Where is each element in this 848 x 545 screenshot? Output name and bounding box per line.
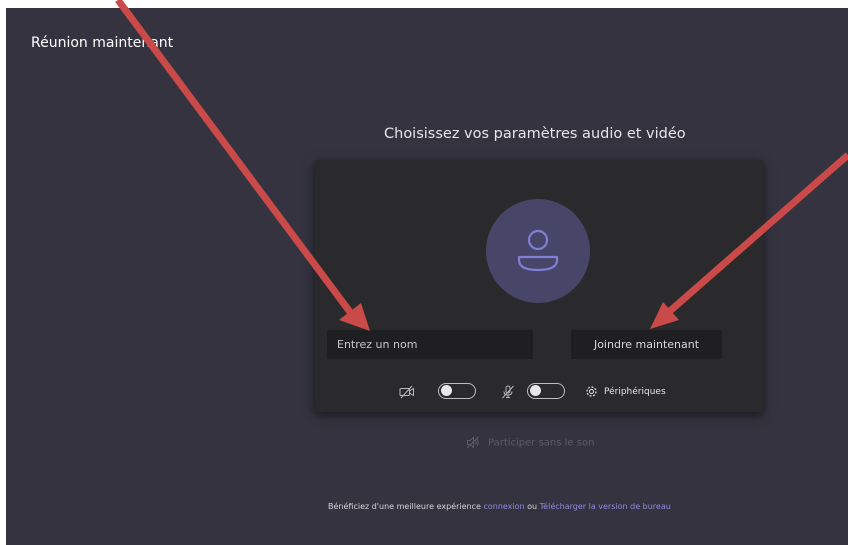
devices-label: Périphériques — [604, 387, 666, 397]
toggle-knob — [530, 385, 541, 396]
devices-button[interactable]: Périphériques — [585, 383, 666, 401]
footer-message: Bénéficiez d'une meilleure expérience co… — [328, 502, 671, 511]
footer-prefix: Bénéficiez d'une meilleure expérience — [328, 502, 481, 511]
camera-off-icon — [399, 385, 414, 399]
person-icon — [517, 229, 559, 272]
camera-toggle[interactable] — [438, 383, 476, 399]
join-without-audio-link[interactable]: Participer sans le son — [466, 436, 594, 449]
join-now-button[interactable]: Joindre maintenant — [571, 330, 722, 359]
meeting-prejoin-screen: Réunion maintenant Choisissez vos paramè… — [6, 8, 848, 545]
toggle-knob — [441, 385, 452, 396]
footer-middle: ou — [527, 502, 538, 511]
signin-link[interactable]: connexion — [483, 502, 524, 511]
speaker-off-icon — [466, 436, 479, 449]
gear-icon — [586, 386, 597, 397]
microphone-toggle[interactable] — [527, 383, 565, 399]
avatar — [486, 199, 590, 303]
download-desktop-link[interactable]: Télécharger la version de bureau — [540, 502, 671, 511]
meeting-title: Réunion maintenant — [31, 35, 174, 51]
join-without-audio-label: Participer sans le son — [488, 437, 595, 449]
settings-heading: Choisissez vos paramètres audio et vidéo — [384, 126, 686, 142]
mic-off-icon — [502, 385, 514, 399]
video-preview-card: Joindre maintenant — [315, 160, 763, 412]
name-input[interactable] — [327, 330, 533, 359]
